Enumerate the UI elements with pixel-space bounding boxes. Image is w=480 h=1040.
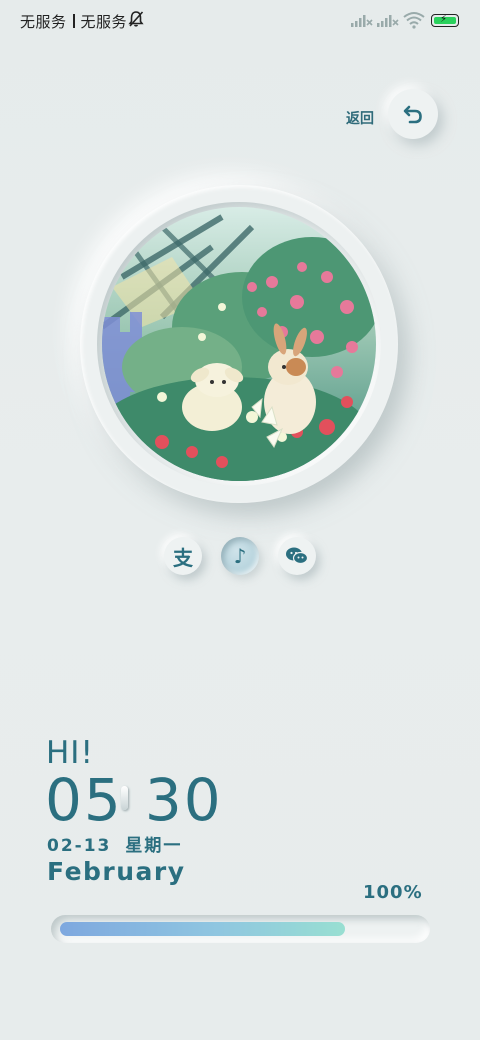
alipay-icon: 支 [173,545,193,570]
battery-progress-fill [60,922,345,936]
back-button[interactable] [388,89,438,139]
carrier-label: 无服务 无服务 [20,11,127,32]
clock-separator [121,786,128,810]
carrier-1: 无服务 [20,13,67,31]
artwork-frame [80,185,398,503]
month-name: February [47,857,186,886]
weekday: 星期一 [125,836,183,856]
clock-minutes: 30 [144,766,223,834]
date-line: 02-13 星期一 [47,831,182,856]
battery-charging-icon: ⚡ [431,14,459,27]
battery-percent: 100% [363,882,423,903]
clock-hours: 05 [45,766,123,834]
alipay-button[interactable]: 支 [164,537,202,575]
status-bar: 无服务 无服务 ⚡ [0,0,480,42]
wechat-icon [286,547,309,565]
bell-muted-icon [128,11,144,27]
clock-time: 05 30 [45,768,223,832]
tiktok-button[interactable]: ♪ [221,537,259,575]
battery-progress-bar [51,915,430,943]
signal-no-service-icon [377,15,399,27]
undo-arrow-icon [403,105,422,124]
signal-no-service-icon [351,15,373,27]
back-label[interactable]: 返回 [346,108,374,128]
rabbits-in-flower-garden-painting [102,207,376,481]
charging-bolt-icon: ⚡ [440,14,448,25]
wifi-icon [403,12,425,29]
tiktok-icon: ♪ [233,544,247,568]
date-value: 02-13 [47,836,112,856]
carrier-2: 无服务 [80,13,128,31]
carrier-separator [72,14,75,28]
wechat-button[interactable] [278,537,316,575]
